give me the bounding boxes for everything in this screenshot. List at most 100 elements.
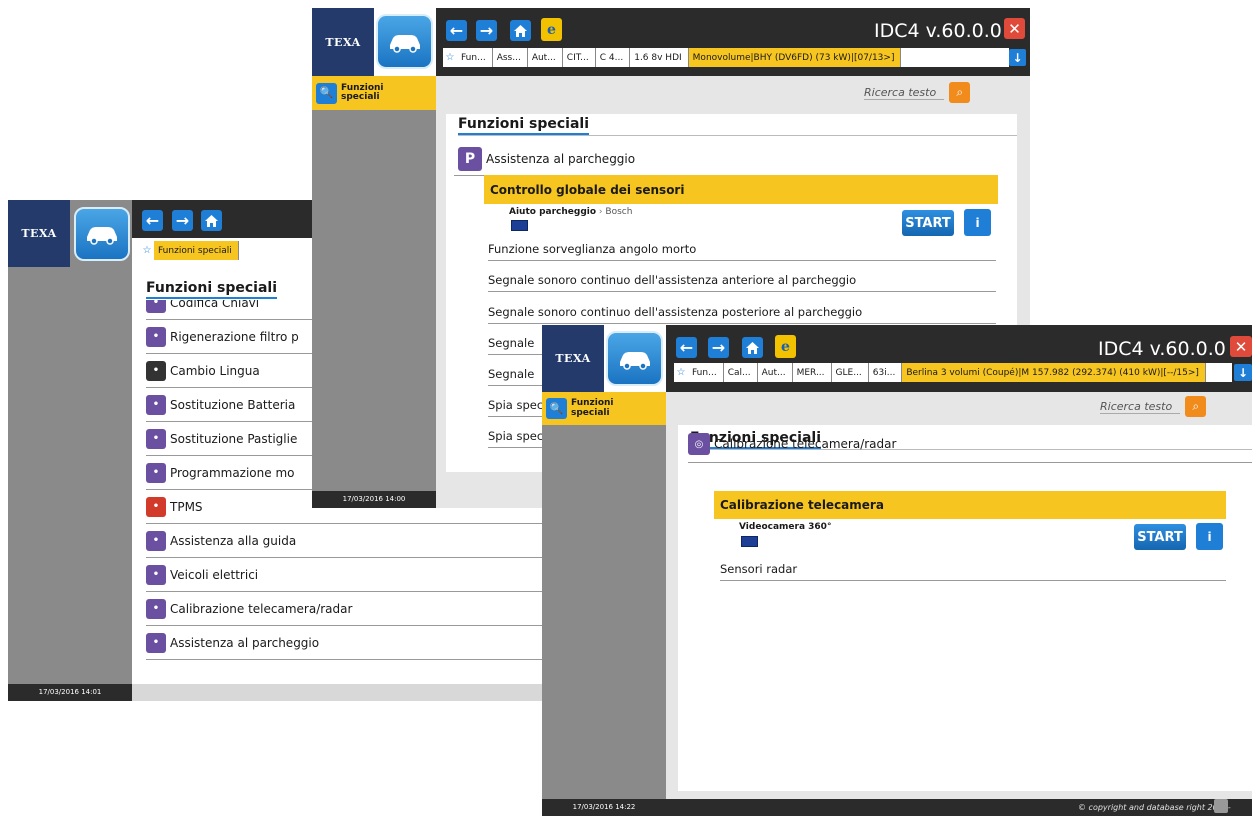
- home-icon: [746, 341, 759, 354]
- vehicle-button[interactable]: [606, 331, 663, 386]
- breadcrumb-item[interactable]: Monovolume|BHY (DV6FD) (73 kW)|[07/13>]: [688, 48, 902, 67]
- search-input[interactable]: Ricerca testo: [1100, 400, 1181, 414]
- start-button[interactable]: START: [1134, 524, 1186, 550]
- key-coding-icon: •: [146, 300, 166, 313]
- function-row[interactable]: Funzione sorveglianza angolo morto: [488, 242, 996, 261]
- battery-icon: •: [146, 394, 166, 415]
- search-icon: ⌕: [956, 85, 964, 99]
- brake-pads-icon: •: [146, 428, 166, 449]
- list-item-label: Rigenerazione filtro p: [170, 329, 299, 344]
- search-button[interactable]: ⌕: [1185, 396, 1207, 417]
- close-button[interactable]: ✕: [1004, 18, 1025, 39]
- search-box[interactable]: Ricerca testo ⌕: [1100, 396, 1207, 417]
- breadcrumb-item[interactable]: GLE...: [832, 363, 869, 382]
- section-calibrazione[interactable]: ◎ Calibrazione telecamera/radar: [688, 432, 1228, 456]
- eu-flag-icon: [741, 536, 758, 547]
- menu-item-funzioni-speciali[interactable]: 🔍 Funzioni speciali: [542, 392, 666, 425]
- selected-function[interactable]: Calibrazione telecamera: [714, 491, 1226, 519]
- breadcrumb-item[interactable]: 63i...: [869, 363, 903, 382]
- list-item[interactable]: • Assistenza alla guida: [146, 524, 543, 558]
- breadcrumb-item[interactable]: 1.6 8v HDI: [630, 48, 689, 67]
- list-item[interactable]: • Calibrazione telecamera/radar: [146, 592, 543, 626]
- selected-function[interactable]: Controllo globale dei sensori: [484, 175, 998, 204]
- forward-button[interactable]: →: [708, 337, 729, 358]
- driving-assist-icon: •: [146, 530, 166, 551]
- arrow-right-icon: →: [175, 210, 190, 230]
- function-row[interactable]: Segnale sonoro continuo dell'assistenza …: [488, 305, 996, 324]
- breadcrumb-item[interactable]: Funzioni speciali: [154, 241, 239, 260]
- search-input[interactable]: Ricerca testo: [864, 86, 945, 100]
- home-button[interactable]: [201, 210, 222, 231]
- search-tool-icon: 🔍: [316, 82, 337, 104]
- scroll-down-button[interactable]: ↓: [1009, 49, 1026, 66]
- list-item-label: Assistenza al parcheggio: [170, 635, 320, 650]
- sub-function-label: Videocamera 360°: [739, 522, 832, 532]
- version-label: IDC4 v.60.0.0: [874, 20, 1002, 42]
- home-icon: [205, 214, 218, 227]
- breadcrumb-item[interactable]: Aut...: [758, 363, 793, 382]
- home-button[interactable]: [742, 337, 763, 358]
- breadcrumb-item[interactable]: Fun...: [688, 363, 724, 382]
- function-row[interactable]: Segnale sonoro continuo dell'assistenza …: [488, 273, 996, 292]
- breadcrumb-item[interactable]: Fun...: [457, 48, 493, 67]
- page-title: Funzioni speciali: [146, 280, 277, 299]
- breadcrumb-item[interactable]: CIT...: [563, 48, 596, 67]
- car-icon: [87, 227, 117, 245]
- favorite-star-icon[interactable]: ☆: [443, 52, 457, 63]
- list-item-label: Sostituzione Batteria: [170, 397, 296, 412]
- eu-flag-icon: [511, 220, 528, 231]
- vehicle-button[interactable]: [74, 207, 130, 261]
- info-button[interactable]: i: [1196, 523, 1223, 550]
- search-button[interactable]: ⌕: [949, 82, 971, 103]
- list-item[interactable]: • Veicoli elettrici: [146, 558, 543, 592]
- car-icon: [619, 351, 650, 370]
- section-header[interactable]: P Assistenza al parcheggio: [458, 146, 996, 172]
- breadcrumb-item[interactable]: MER...: [793, 363, 832, 382]
- arrow-left-icon: ←: [145, 210, 160, 230]
- menu-item-label: Funzioni speciali: [341, 82, 384, 102]
- forward-button[interactable]: →: [172, 210, 193, 231]
- start-button[interactable]: START: [902, 210, 954, 236]
- home-button[interactable]: [510, 20, 531, 41]
- breadcrumb: ☆ Fun... Ass... Aut... CIT... C 4... 1.6…: [443, 48, 1009, 67]
- search-tool-icon: 🔍: [546, 398, 567, 419]
- list-item-label: Assistenza alla guida: [170, 533, 297, 548]
- vehicle-button[interactable]: [376, 14, 433, 69]
- ebook-button[interactable]: e: [541, 18, 562, 41]
- arrow-down-icon: ↓: [1237, 365, 1249, 380]
- menu-item-funzioni-speciali[interactable]: 🔍 Funzioni speciali: [312, 76, 436, 110]
- search-box[interactable]: Ricerca testo ⌕: [864, 82, 971, 103]
- breadcrumb: ☆ Fun... Cal... Aut... MER... GLE... 63i…: [674, 363, 1232, 382]
- close-button[interactable]: ✕: [1230, 336, 1252, 357]
- breadcrumb-item[interactable]: Berlina 3 volumi (Coupé)|M 157.982 (292.…: [902, 363, 1206, 382]
- camera-radar-icon: ◎: [688, 433, 710, 455]
- function-row[interactable]: Sensori radar: [720, 562, 1226, 581]
- back-button[interactable]: ←: [676, 337, 697, 358]
- list-item-label: TPMS: [170, 499, 203, 514]
- ebook-icon: e: [781, 338, 790, 355]
- car-icon: [389, 34, 420, 53]
- parking-icon: •: [146, 632, 166, 653]
- list-item-label: Veicoli elettrici: [170, 567, 259, 582]
- scroll-down-button[interactable]: ↓: [1234, 364, 1252, 381]
- info-button[interactable]: i: [964, 209, 991, 236]
- parking-icon: P: [458, 147, 482, 171]
- search-icon: ⌕: [1192, 399, 1200, 413]
- back-button[interactable]: ←: [446, 20, 467, 41]
- back-button[interactable]: ←: [142, 210, 163, 231]
- list-item[interactable]: • Assistenza al parcheggio: [146, 626, 543, 660]
- electric-vehicle-icon: •: [146, 564, 166, 585]
- breadcrumb-item[interactable]: C 4...: [596, 48, 631, 67]
- menu-item-label: Funzioni speciali: [571, 398, 614, 418]
- breadcrumb-item[interactable]: Cal...: [724, 363, 758, 382]
- favorite-star-icon[interactable]: ☆: [140, 245, 154, 256]
- camera-radar-icon: •: [146, 598, 166, 619]
- texa-logo: TEXA: [312, 8, 374, 76]
- close-icon: ✕: [1234, 337, 1248, 356]
- breadcrumb-item[interactable]: Ass...: [493, 48, 528, 67]
- ebook-button[interactable]: e: [775, 335, 796, 358]
- breadcrumb-item[interactable]: Aut...: [528, 48, 563, 67]
- favorite-star-icon[interactable]: ☆: [674, 367, 688, 378]
- arrow-left-icon: ←: [679, 337, 694, 357]
- forward-button[interactable]: →: [476, 20, 497, 41]
